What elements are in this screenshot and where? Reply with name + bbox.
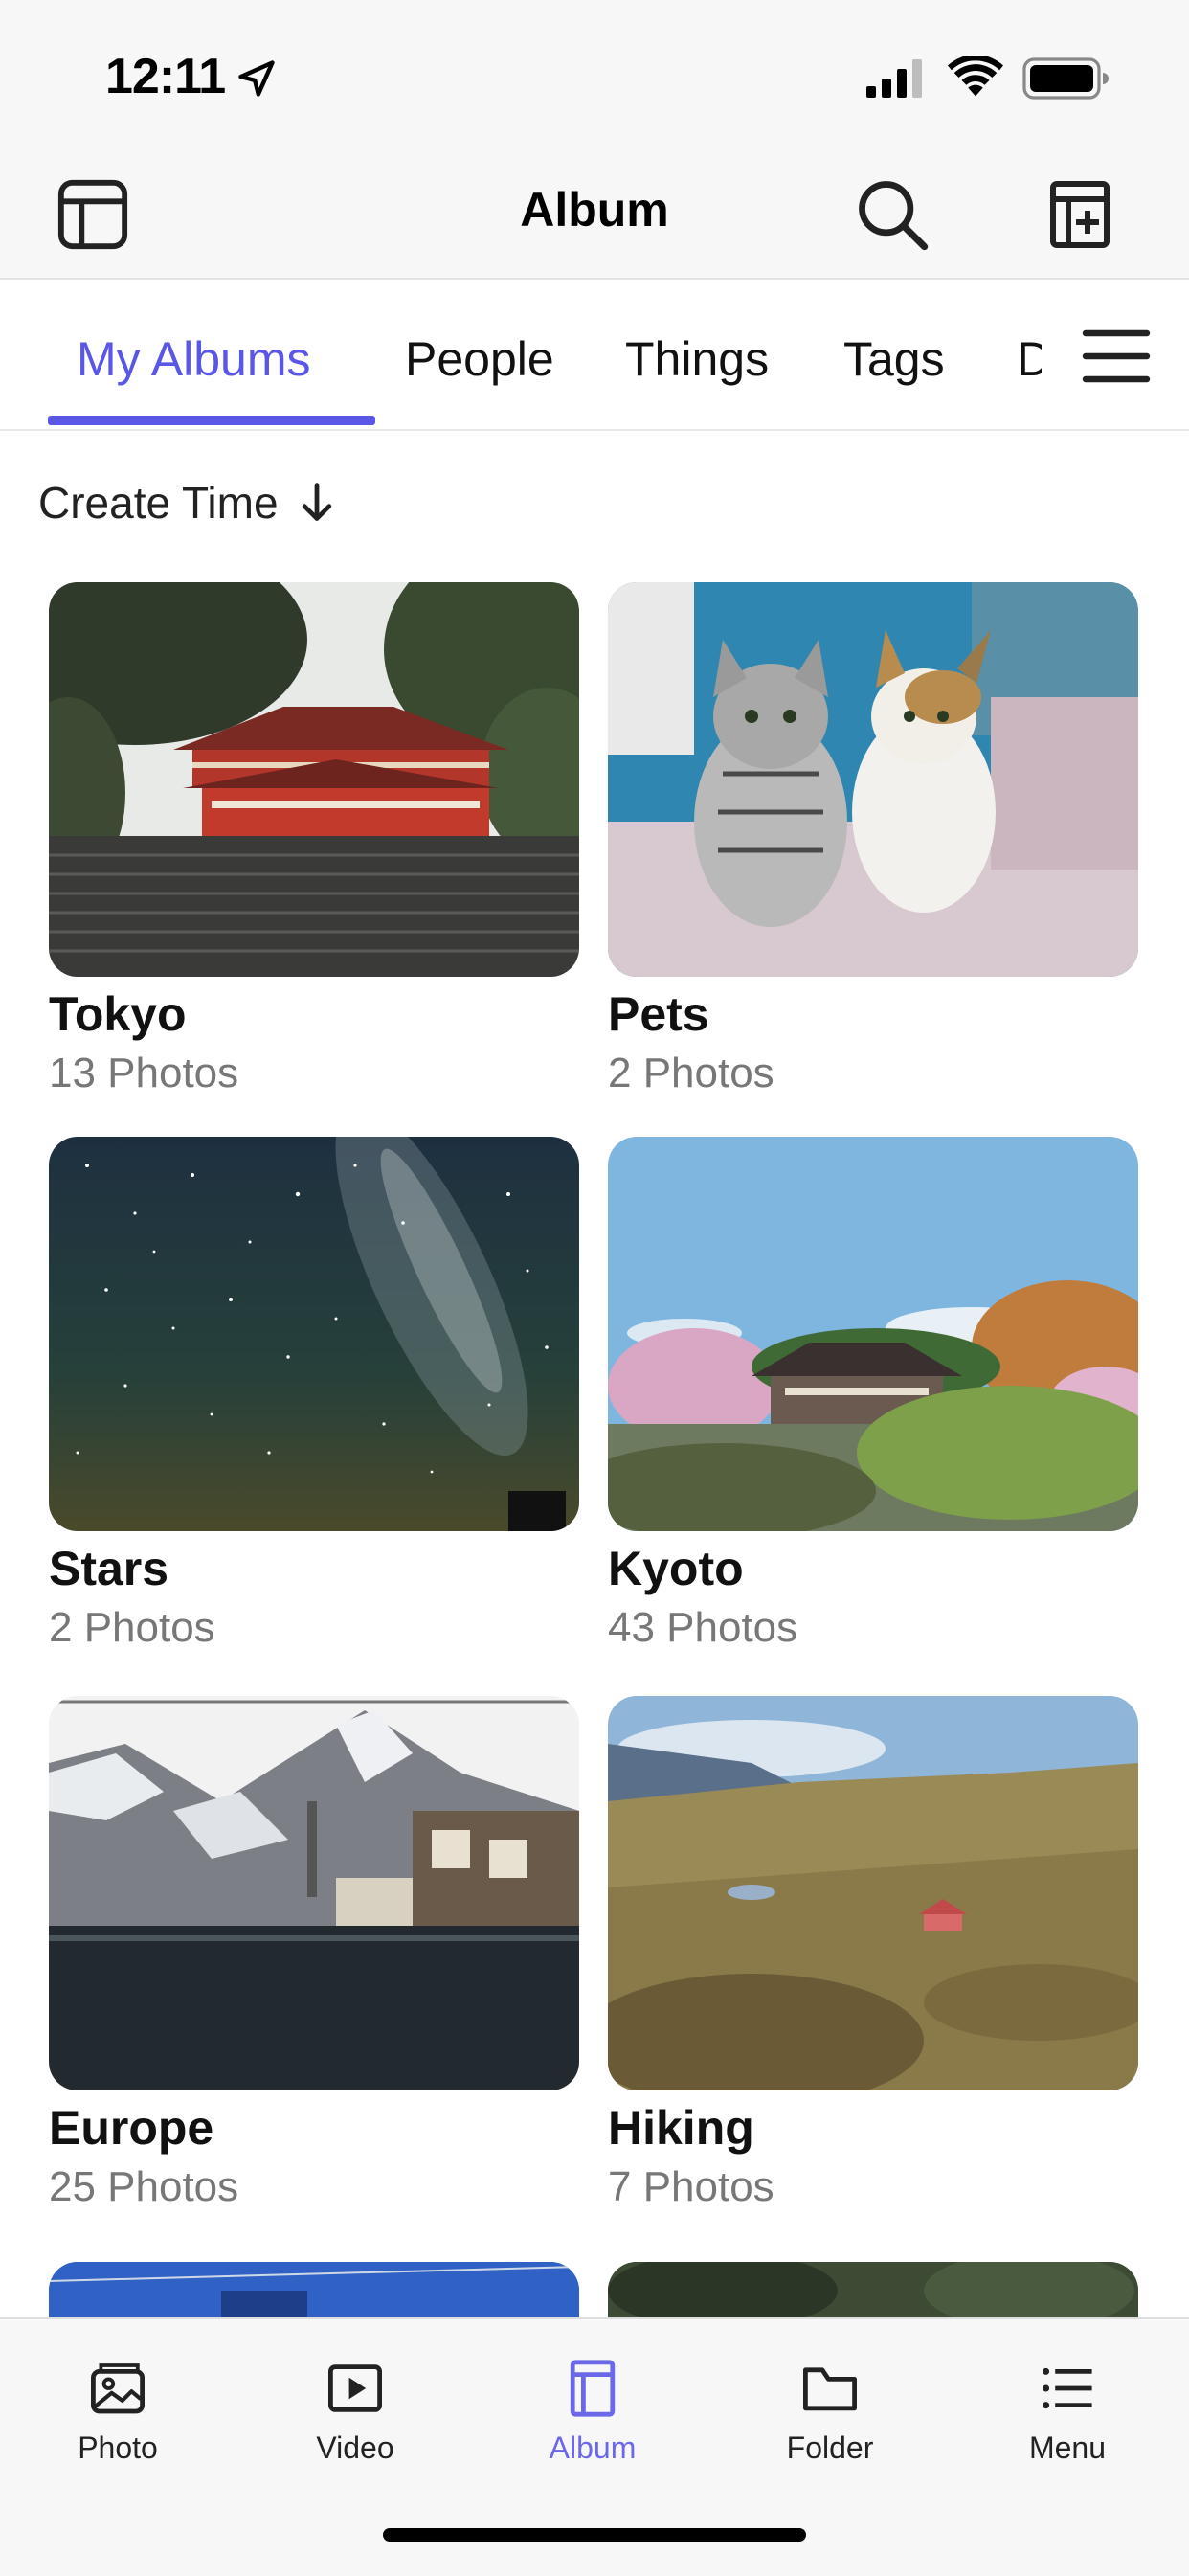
photo-icon (91, 2363, 145, 2414)
album-photo-count: 43 Photos (608, 1604, 798, 1651)
top-nav-bar: Album (0, 153, 1189, 280)
bottom-tab-label: Album (549, 2430, 637, 2465)
cellular-signal-icon (866, 59, 922, 98)
album-thumbnail-stars (49, 1137, 579, 1531)
folder-icon (803, 2367, 857, 2411)
album-card-pets[interactable]: Pets 2 Photos (608, 582, 1138, 1097)
tab-tags[interactable]: Tags (843, 331, 945, 387)
status-time: 12:11 (105, 49, 226, 104)
album-thumbnail-hiking (608, 1696, 1138, 2090)
album-title: Hiking (608, 2101, 754, 2155)
tab-my-albums[interactable]: My Albums (77, 331, 311, 387)
album-card-europe[interactable]: Europe 25 Photos (49, 1696, 579, 2211)
location-arrow-icon (238, 60, 275, 97)
hamburger-menu-icon[interactable] (1082, 326, 1151, 387)
tab-things[interactable]: Things (625, 331, 769, 387)
wifi-icon (948, 56, 1003, 97)
sort-label: Create Time (38, 478, 279, 528)
album-photo-count: 7 Photos (608, 2163, 774, 2210)
album-photo-count: 13 Photos (49, 1050, 239, 1096)
status-bar: 12:11 (0, 0, 1189, 153)
bottom-tab-album[interactable]: Album (497, 2358, 688, 2466)
bottom-tab-video[interactable]: Video (259, 2358, 451, 2466)
album-thumbnail-partial (608, 2262, 1138, 2319)
bottom-tab-folder[interactable]: Folder (734, 2358, 926, 2466)
bottom-tab-label: Folder (786, 2430, 874, 2465)
active-tab-indicator (48, 416, 375, 425)
album-title: Kyoto (608, 1542, 744, 1595)
album-icon (570, 2360, 616, 2417)
album-title: Pets (608, 987, 709, 1041)
album-thumbnail-tokyo (49, 582, 579, 977)
album-photo-count: 2 Photos (608, 1050, 774, 1096)
album-photo-count: 25 Photos (49, 2163, 239, 2210)
battery-icon (1022, 57, 1109, 100)
album-card-partial[interactable] (49, 2262, 579, 2319)
bottom-tab-label: Video (316, 2430, 394, 2465)
album-title: Europe (49, 2101, 214, 2155)
add-album-icon[interactable] (1042, 176, 1118, 253)
arrow-down-icon (302, 483, 331, 521)
album-title: Tokyo (49, 987, 187, 1041)
home-indicator (383, 2528, 806, 2542)
album-thumbnail-partial (49, 2262, 579, 2319)
album-card-hiking[interactable]: Hiking 7 Photos (608, 1696, 1138, 2211)
album-thumbnail-pets (608, 582, 1138, 977)
album-card-tokyo[interactable]: Tokyo 13 Photos (49, 582, 579, 1097)
album-card-partial[interactable] (608, 2262, 1138, 2319)
tab-people[interactable]: People (405, 331, 554, 387)
video-icon (328, 2364, 382, 2412)
sort-control[interactable]: Create Time (38, 477, 336, 529)
album-category-tabs: My Albums People Things Tags D (0, 280, 1189, 431)
bottom-tab-label: Photo (78, 2430, 158, 2465)
album-thumbnail-kyoto (608, 1137, 1138, 1531)
album-title: Stars (49, 1542, 169, 1595)
bottom-tab-menu[interactable]: Menu (972, 2358, 1163, 2466)
bottom-tab-photo[interactable]: Photo (22, 2358, 213, 2466)
album-card-kyoto[interactable]: Kyoto 43 Photos (608, 1137, 1138, 1652)
search-icon[interactable] (852, 174, 932, 255)
album-thumbnail-europe (49, 1696, 579, 2090)
album-photo-count: 2 Photos (49, 1604, 215, 1651)
album-card-stars[interactable]: Stars 2 Photos (49, 1137, 579, 1652)
menu-icon (1043, 2367, 1092, 2409)
page-title: Album (520, 183, 669, 237)
bottom-tab-label: Menu (1028, 2430, 1107, 2465)
